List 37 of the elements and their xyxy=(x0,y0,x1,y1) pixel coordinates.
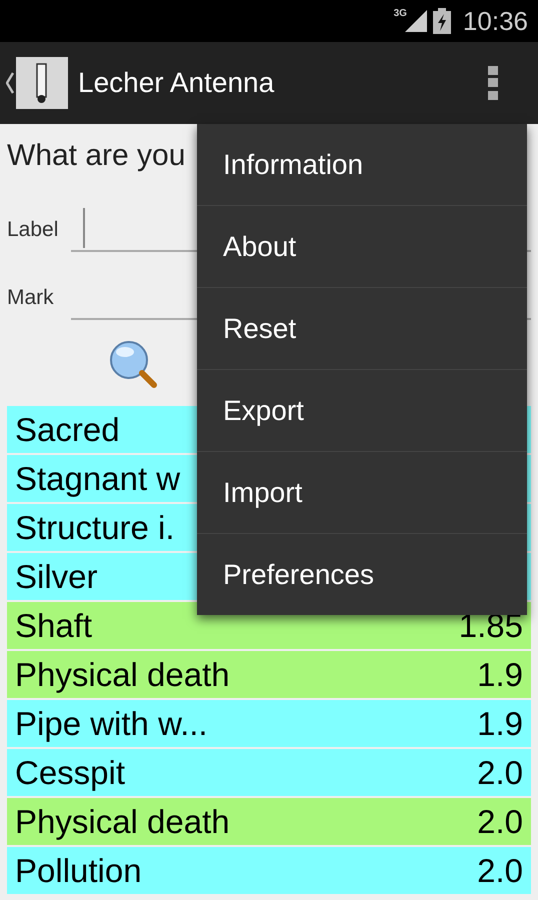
field-label: Mark xyxy=(7,286,55,311)
list-row[interactable]: Pipe with w... 1.9 xyxy=(7,700,531,747)
row-name: Cesspit xyxy=(15,752,126,792)
app-title: Lecher Antenna xyxy=(78,67,276,99)
field-label: Label xyxy=(7,218,60,243)
row-name: Pollution xyxy=(15,850,142,890)
list-row[interactable]: Cesspit 2.0 xyxy=(7,749,531,796)
list-row[interactable]: Pollution 2.0 xyxy=(7,847,531,894)
row-name: Shaft xyxy=(15,606,92,646)
list-row[interactable]: Physical death 2.0 xyxy=(7,798,531,845)
menu-item[interactable]: Export xyxy=(197,369,527,451)
menu-item[interactable]: Preferences xyxy=(197,533,527,615)
menu-item[interactable]: Reset xyxy=(197,287,527,369)
menu-item[interactable]: About xyxy=(197,205,527,287)
row-name: Sacred xyxy=(15,410,120,450)
row-value: 2.0 xyxy=(477,850,523,890)
network-type: 3G xyxy=(394,8,407,19)
row-value: 1.9 xyxy=(477,704,523,744)
row-name: Pipe with w... xyxy=(15,704,208,744)
row-name: Structure i. xyxy=(15,508,175,548)
menu-item[interactable]: Information xyxy=(197,124,527,205)
question-text: What are you xyxy=(7,138,186,174)
thermometer-icon xyxy=(16,57,68,109)
row-name: Physical death xyxy=(15,802,230,842)
overflow-menu-icon[interactable] xyxy=(488,66,498,100)
row-value: 2.0 xyxy=(477,802,523,842)
back-caret-icon xyxy=(6,72,14,94)
battery-icon xyxy=(432,8,451,34)
row-name: Physical death xyxy=(15,654,230,694)
menu-item[interactable]: Import xyxy=(197,451,527,533)
row-value: 1.9 xyxy=(477,654,523,694)
signal-icon xyxy=(404,10,427,32)
list-row[interactable]: Physical death 1.9 xyxy=(7,651,531,698)
row-name: Stagnant w xyxy=(15,458,180,498)
clock: 10:36 xyxy=(462,6,528,36)
row-name: Silver xyxy=(15,556,98,596)
row-value: 2.0 xyxy=(477,752,523,792)
